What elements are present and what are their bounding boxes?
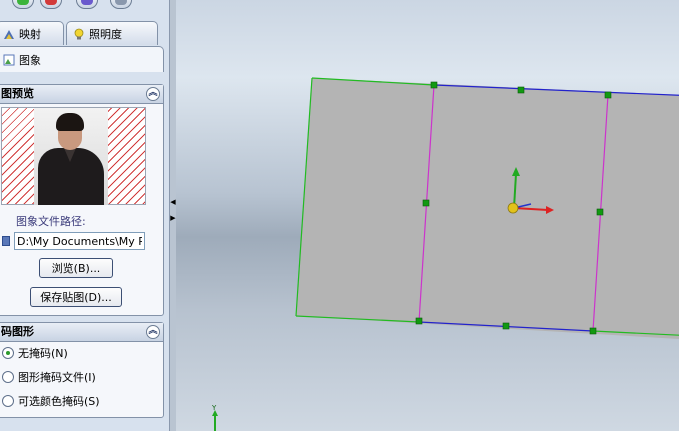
check-icon — [17, 0, 29, 5]
image-path-input[interactable] — [14, 232, 145, 250]
help-icon — [81, 0, 93, 5]
triad-y-label: Y — [211, 404, 217, 412]
image-preview-title: 图预览 — [1, 87, 34, 100]
image-preview-section: 图预览 ︽ — [0, 84, 164, 316]
lightbulb-icon — [73, 28, 85, 40]
radio-icon[interactable] — [2, 371, 14, 383]
pin-button[interactable] — [110, 0, 132, 9]
collapse-icon[interactable]: ︽ — [146, 325, 160, 339]
radio-checked-icon[interactable] — [2, 347, 14, 359]
no-mask-option[interactable]: 无掩码(N) — [2, 345, 68, 361]
mask-title: 码图形 — [1, 325, 34, 338]
handle-bottom-right[interactable] — [589, 327, 597, 335]
property-manager-panel: 映射 照明度 图象 图预览 ︽ 图象文件路径: 浏览(B)... 保存贴图( — [0, 0, 170, 431]
handle-top-left[interactable] — [430, 81, 438, 89]
view-orientation-triad: Y — [211, 404, 218, 431]
radio-icon[interactable] — [2, 395, 14, 407]
color-mask-option[interactable]: 可选颜色掩码(S) — [2, 393, 100, 409]
graphics-viewport[interactable]: Y — [176, 0, 679, 431]
image-preview — [1, 107, 146, 205]
mask-header[interactable]: 码图形 ︽ — [0, 323, 163, 342]
tab-lighting[interactable]: 照明度 — [66, 21, 158, 45]
image-icon — [3, 54, 15, 66]
plane-face[interactable] — [296, 78, 679, 340]
image-mask-file-option[interactable]: 图形掩码文件(I) — [2, 369, 96, 385]
close-icon — [45, 0, 57, 5]
model-scene[interactable]: Y — [176, 0, 679, 431]
color-mask-label: 可选颜色掩码(S) — [18, 395, 100, 408]
tab-image-label: 图象 — [19, 53, 41, 67]
image-path-label: 图象文件路径: — [16, 215, 86, 228]
handle-left-mid[interactable] — [422, 199, 430, 207]
collapse-icon[interactable]: ︽ — [146, 87, 160, 101]
save-texture-button[interactable]: 保存贴图(D)... — [30, 287, 122, 307]
pushpin-icon — [115, 0, 127, 5]
handle-right-mid[interactable] — [596, 208, 604, 216]
preview-photo — [34, 108, 108, 205]
tab-mapping-label: 映射 — [19, 27, 41, 41]
handle-top-right[interactable] — [604, 91, 612, 99]
mapping-icon — [3, 28, 15, 40]
cancel-button[interactable] — [40, 0, 62, 9]
handle-bottom-left[interactable] — [415, 317, 423, 325]
no-mask-label: 无掩码(N) — [18, 347, 68, 360]
handle-top-mid[interactable] — [517, 86, 525, 94]
ok-button[interactable] — [12, 0, 34, 9]
file-icon — [2, 236, 10, 246]
tab-image[interactable]: 图象 — [0, 46, 164, 72]
tab-lighting-label: 照明度 — [89, 27, 122, 41]
help-button[interactable] — [76, 0, 98, 9]
image-mask-file-label: 图形掩码文件(I) — [18, 371, 96, 384]
image-preview-header[interactable]: 图预览 ︽ — [0, 85, 163, 104]
tab-mapping[interactable]: 映射 — [0, 21, 64, 45]
browse-button[interactable]: 浏览(B)... — [39, 258, 113, 278]
handle-bottom-mid[interactable] — [502, 322, 510, 330]
